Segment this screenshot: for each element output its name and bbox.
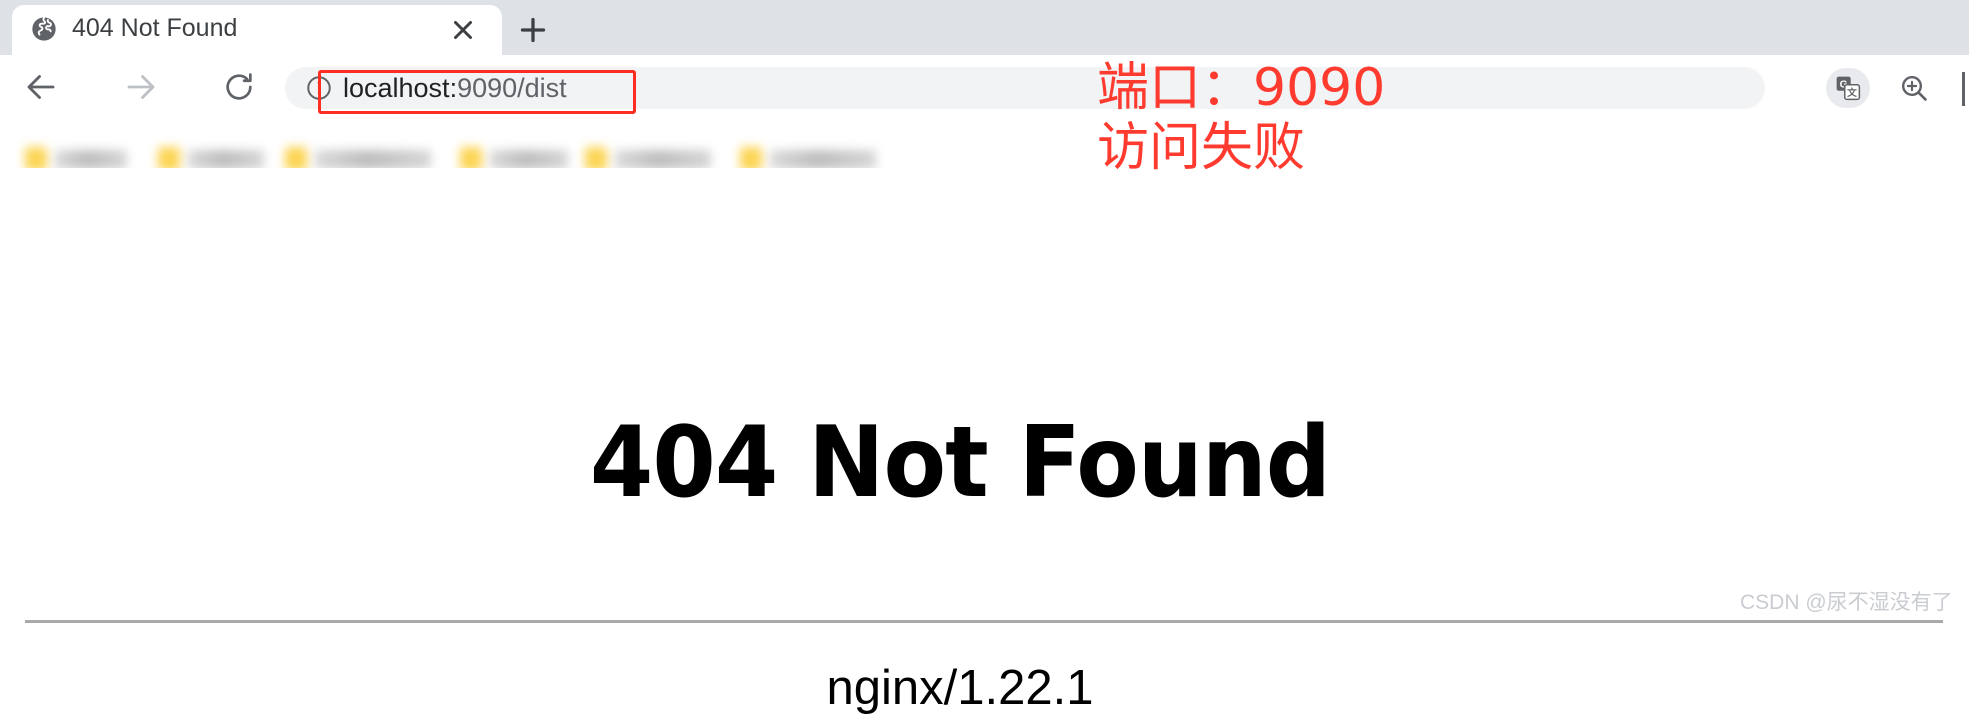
arrow-left-icon[interactable]: [20, 66, 62, 108]
close-icon[interactable]: [448, 15, 478, 45]
toolbar-edge-divider: [1962, 72, 1965, 106]
arrow-right-icon: [120, 66, 162, 108]
svg-text:文: 文: [1847, 86, 1857, 99]
bookmark-label: [315, 150, 431, 169]
plus-icon[interactable]: [515, 12, 551, 48]
page-content: 404 Not Found nginx/1.22.1: [0, 168, 1969, 715]
page-title: 404 Not Found: [589, 406, 1331, 520]
tab-title: 404 Not Found: [72, 14, 238, 42]
annotation-port-note: 端口：9090: [1097, 58, 1386, 118]
bookmark-label: [615, 150, 711, 169]
watermark: CSDN @尿不湿没有了: [1740, 591, 1953, 614]
reload-icon[interactable]: [218, 66, 260, 108]
annotation-failure-note: 访问失败: [1097, 118, 1306, 178]
globe-icon: [30, 15, 58, 43]
server-signature: nginx/1.22.1: [826, 661, 1094, 715]
bookmark-label: [770, 150, 876, 169]
url-highlight-annotation: [318, 70, 636, 114]
magnifier-plus-icon[interactable]: [1895, 69, 1933, 107]
bookmark-label: [55, 150, 127, 169]
bookmark-label: [188, 150, 264, 169]
tab-strip: 404 Not Found: [0, 0, 1969, 55]
google-translate-icon[interactable]: G 文: [1826, 68, 1870, 108]
bookmark-label: [490, 150, 568, 169]
